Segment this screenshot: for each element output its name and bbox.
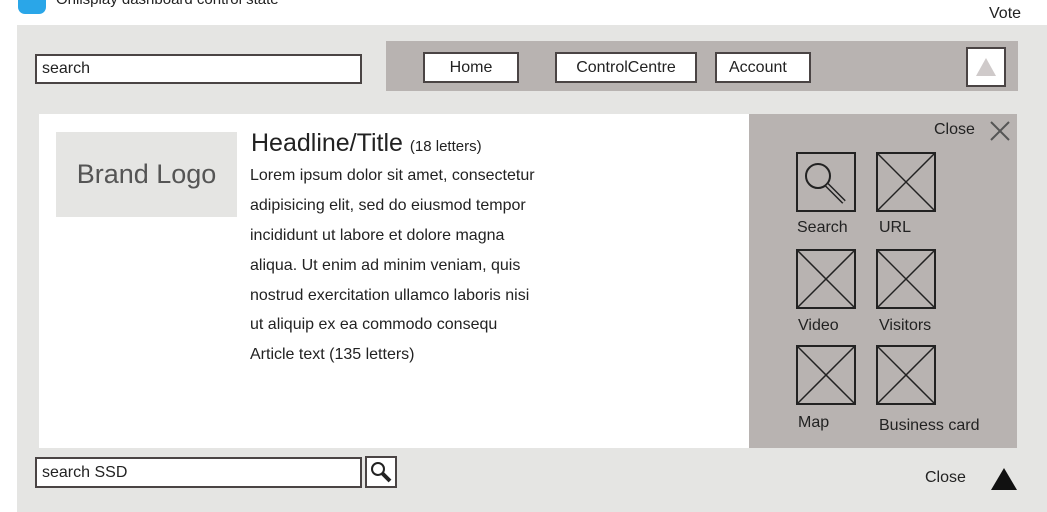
magnifier-icon (796, 152, 856, 212)
placeholder-x-icon (876, 249, 936, 309)
article-line: ut aliquip ex ea commodo consequ (250, 316, 498, 333)
search-widget-tile[interactable] (796, 152, 856, 212)
video-widget-tile[interactable] (796, 249, 856, 309)
placeholder-x-icon (796, 249, 856, 309)
search-input[interactable]: search (35, 54, 362, 84)
app-badge-icon (18, 0, 46, 14)
article-line: Lorem ipsum dolor sit amet, consectetur (250, 167, 535, 184)
nav-controlcentre-button[interactable]: ControlCentre (555, 52, 697, 83)
tile-label: Visitors (879, 317, 932, 334)
tile-label: URL (879, 219, 912, 236)
article-line: incididunt ut labore et dolore magna (250, 227, 505, 244)
placeholder-x-icon (876, 345, 936, 405)
article-line: nostrud exercitation ullamco laboris nis… (250, 287, 530, 304)
tile-label: Map (798, 414, 830, 431)
placeholder-x-icon (796, 345, 856, 405)
window-caption: Onlisplay dashboard control state (56, 0, 279, 8)
article-line: adipisicing elit, sed do eiusmod tempor (250, 197, 526, 214)
tile-label: Business card (879, 417, 980, 434)
article-line: aliqua. Ut enim ad minim veniam, quis (250, 257, 521, 274)
panel-close-label[interactable]: Close (934, 121, 975, 139)
tile-label: Video (798, 317, 839, 334)
bottom-close-label[interactable]: Close (925, 469, 966, 487)
triangle-up-icon (976, 58, 996, 76)
map-widget-tile[interactable] (796, 345, 856, 405)
nav-bar: Home ControlCentre Account (386, 41, 1018, 91)
tile-label: Search (797, 219, 848, 236)
business-card-widget-tile[interactable] (876, 345, 936, 405)
nav-account-label: Account (729, 59, 787, 76)
nav-home-button[interactable]: Home (423, 52, 519, 83)
placeholder-x-icon (876, 152, 936, 212)
headline-text: Headline/Title (251, 129, 403, 157)
nav-account-button[interactable]: Account (715, 52, 811, 83)
visitors-widget-tile[interactable] (876, 249, 936, 309)
brand-logo: Brand Logo (56, 132, 237, 217)
vote-link[interactable]: Vote (989, 5, 1021, 23)
scroll-up-button[interactable] (966, 47, 1006, 87)
headline-note: (18 letters) (409, 138, 482, 155)
ssd-search-input[interactable]: search SSD (35, 457, 362, 488)
close-icon[interactable] (989, 120, 1011, 142)
search-icon (371, 462, 392, 483)
article-headline: Headline/Title (18 letters) (251, 129, 482, 158)
article-footer-note: Article text (135 letters) (250, 346, 415, 363)
ssd-search-button[interactable] (365, 456, 397, 488)
triangle-up-icon[interactable] (989, 466, 1019, 492)
url-widget-tile[interactable] (876, 152, 936, 212)
